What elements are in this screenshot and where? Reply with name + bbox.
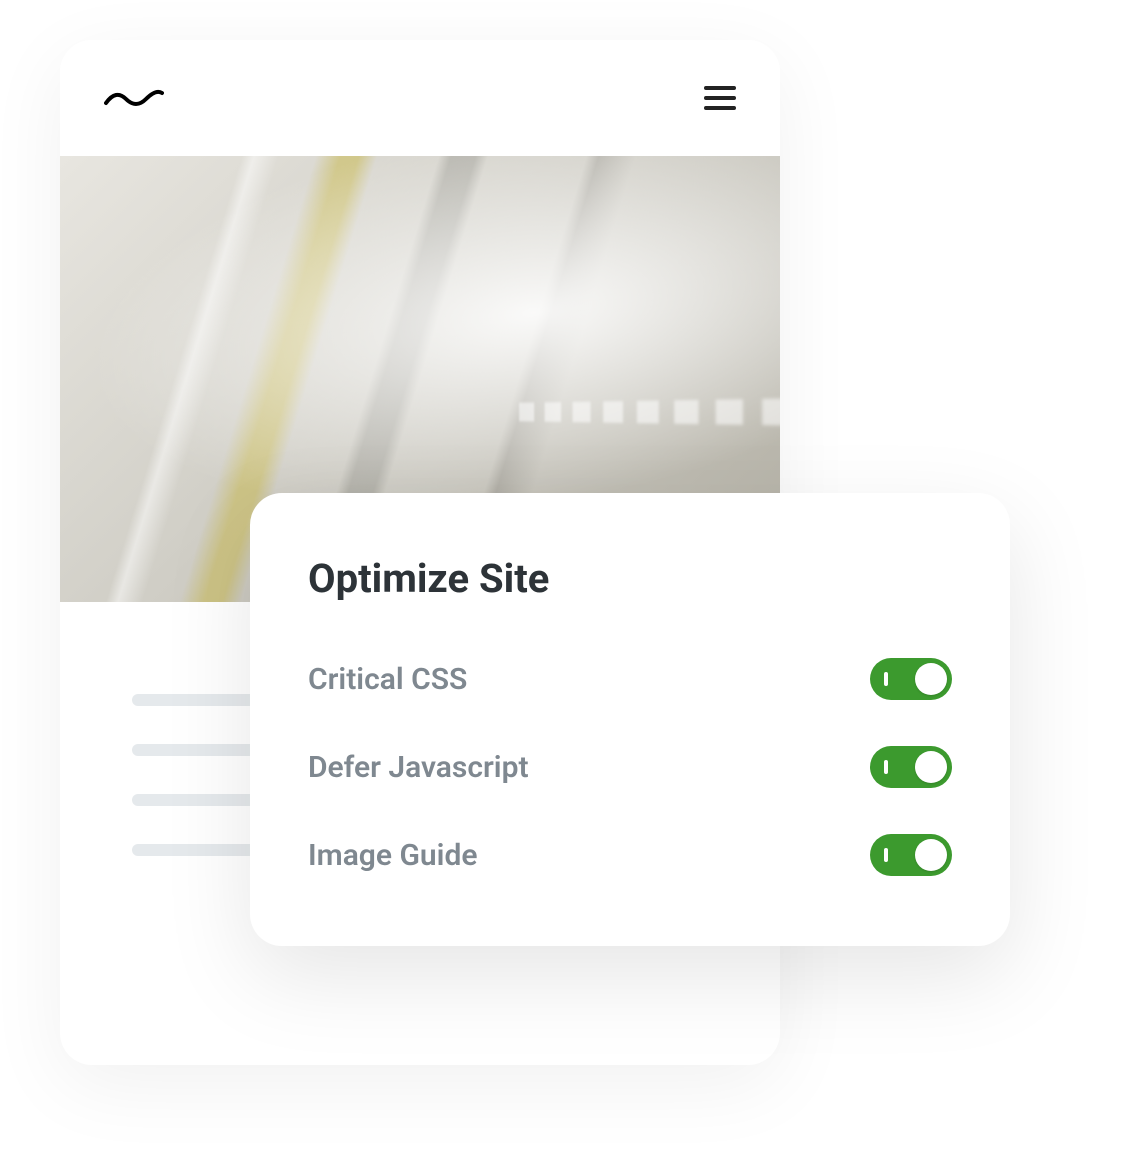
option-defer-javascript: Defer Javascript [308,746,952,788]
preview-header [60,40,780,156]
optimize-settings-card: Optimize Site Critical CSS Defer Javascr… [250,493,1010,946]
toggle-on-indicator-icon [884,760,888,774]
option-label: Image Guide [308,838,477,873]
option-image-guide: Image Guide [308,834,952,876]
hamburger-menu-icon[interactable] [704,86,736,110]
option-critical-css: Critical CSS [308,658,952,700]
toggle-image-guide[interactable] [870,834,952,876]
toggle-on-indicator-icon [884,672,888,686]
toggle-knob [915,751,947,783]
toggle-critical-css[interactable] [870,658,952,700]
toggle-knob [915,839,947,871]
option-label: Defer Javascript [308,750,529,785]
toggle-on-indicator-icon [884,848,888,862]
option-label: Critical CSS [308,662,467,697]
wave-logo-icon [104,87,164,109]
optimize-title: Optimize Site [308,555,952,602]
toggle-defer-javascript[interactable] [870,746,952,788]
toggle-knob [915,663,947,695]
